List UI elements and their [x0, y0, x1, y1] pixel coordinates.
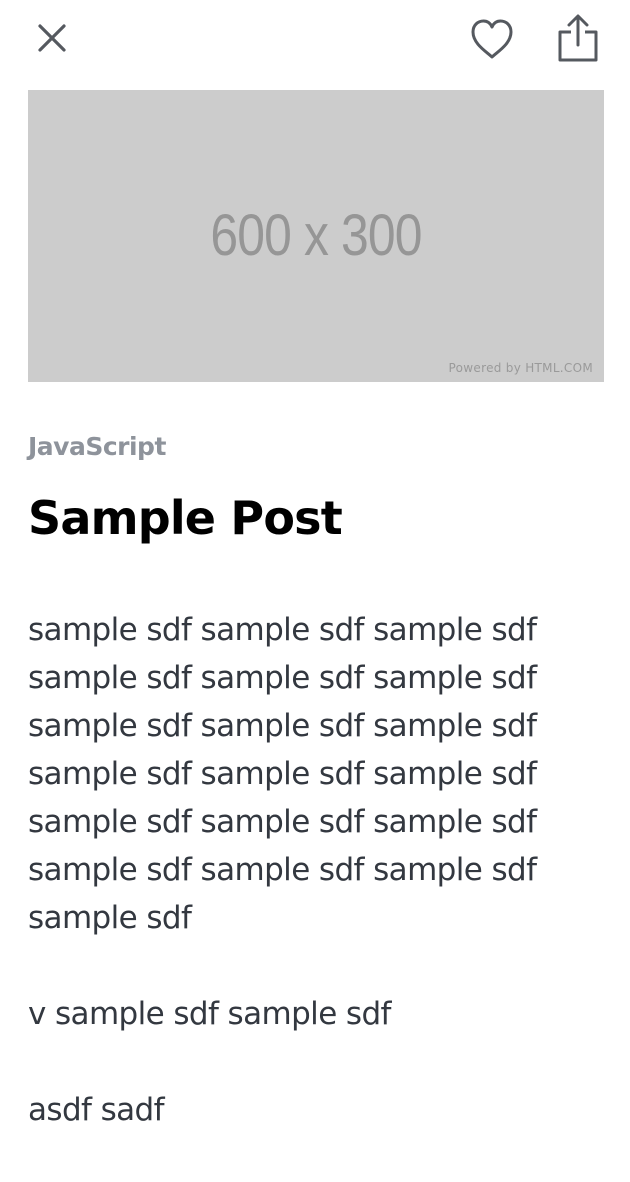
- post-title: Sample Post: [28, 491, 343, 545]
- paragraph-line: sample sdf sample sdf sample sdf: [28, 612, 537, 648]
- hero-image-placeholder: 600 x 300 Powered by HTML.COM: [28, 90, 604, 382]
- paragraph-line: sample sdf sample sdf sample sdf: [28, 756, 537, 792]
- paragraph-line: sample sdf sample sdf sample sdf: [28, 852, 537, 888]
- post-category[interactable]: JavaScript: [28, 432, 166, 461]
- placeholder-credit: Powered by HTML.COM: [448, 361, 593, 375]
- post-paragraph: sample sdf sample sdf sample sdf sample …: [28, 606, 588, 942]
- share-icon: [558, 14, 598, 62]
- placeholder-size-label: 600 x 300: [210, 203, 422, 268]
- like-button[interactable]: [468, 16, 516, 64]
- close-icon: [38, 24, 66, 52]
- paragraph-line: v sample sdf sample sdf: [28, 996, 391, 1032]
- paragraph-line: sample sdf sample sdf sample sdf: [28, 804, 537, 840]
- post-paragraph: asdf sadf: [28, 1086, 588, 1134]
- paragraph-line: sample sdf: [28, 900, 192, 936]
- post-paragraph: v sample sdf sample sdf: [28, 990, 588, 1038]
- paragraph-line: asdf sadf: [28, 1092, 165, 1128]
- top-bar: [0, 0, 630, 80]
- heart-outline-icon: [471, 19, 513, 59]
- paragraph-line: sample sdf sample sdf sample sdf: [28, 708, 537, 744]
- paragraph-line: sample sdf sample sdf sample sdf: [28, 660, 537, 696]
- post-body: sample sdf sample sdf sample sdf sample …: [28, 606, 588, 1182]
- share-button[interactable]: [554, 12, 602, 64]
- close-button[interactable]: [32, 18, 72, 58]
